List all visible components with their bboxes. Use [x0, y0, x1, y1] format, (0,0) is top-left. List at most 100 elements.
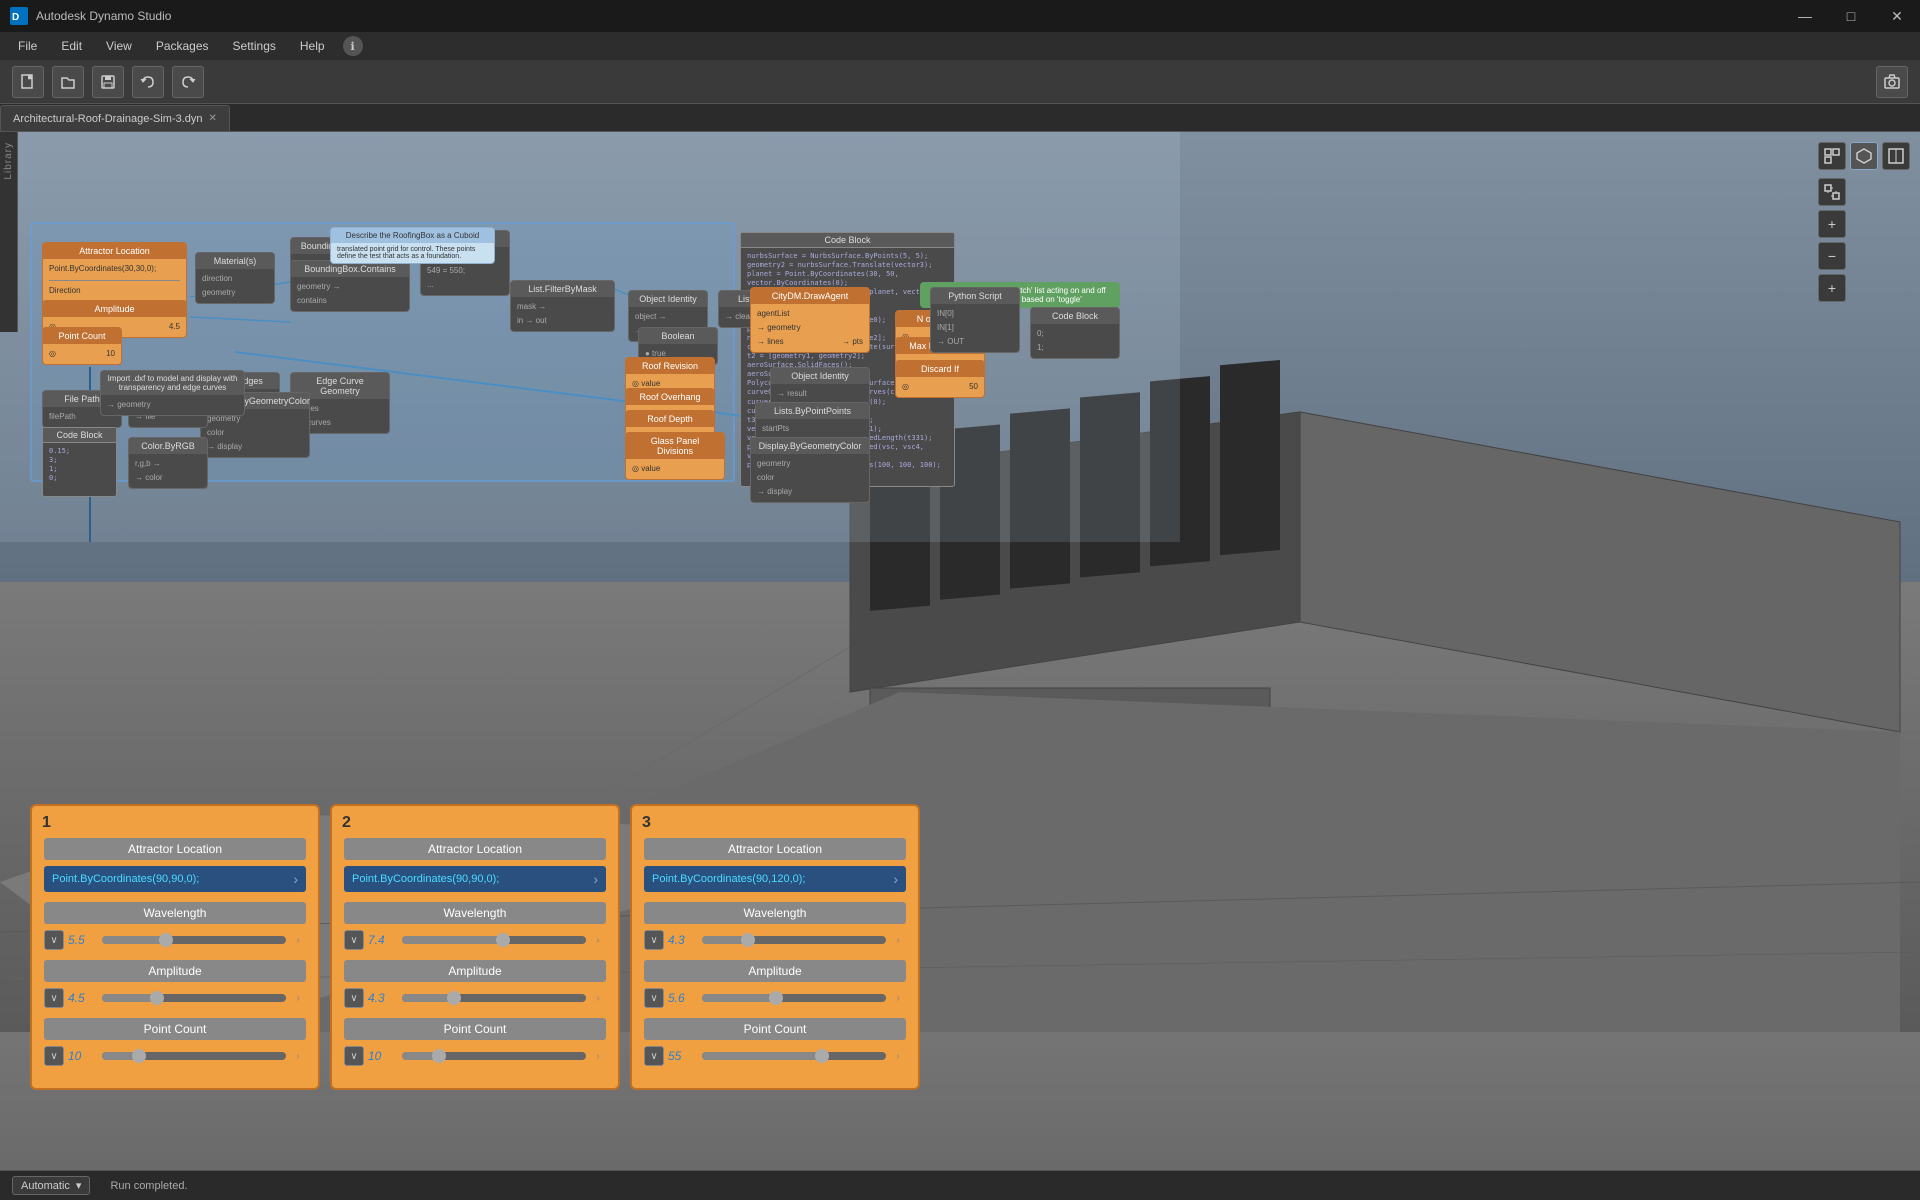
amplitude-chevron-1[interactable]: ∨: [44, 988, 64, 1008]
amplitude-thumb-3[interactable]: [769, 991, 783, 1005]
glass-panel-divisions-node[interactable]: Glass Panel Divisions ◎ value: [625, 432, 725, 480]
minimize-button[interactable]: —: [1782, 0, 1828, 32]
settings-btn[interactable]: +: [1818, 274, 1846, 302]
menu-file[interactable]: File: [8, 37, 47, 55]
point-count-thumb-3[interactable]: [815, 1049, 829, 1063]
node-graph[interactable]: Attractor Location Point.ByCoordinates(3…: [0, 132, 1180, 542]
menu-settings[interactable]: Settings: [223, 37, 286, 55]
panel-number-1: 1: [42, 814, 51, 832]
toolbar: [0, 60, 1920, 104]
graph-view-btn[interactable]: [1818, 142, 1846, 170]
zoom-out-btn[interactable]: −: [1818, 242, 1846, 270]
amplitude-value-3: 5.6: [668, 991, 698, 1005]
point-count-track-3[interactable]: [702, 1052, 886, 1060]
wavelength-label-1: Wavelength: [44, 902, 306, 924]
amplitude-right-arrow-3[interactable]: ›: [890, 988, 906, 1008]
menu-help[interactable]: Help: [290, 37, 335, 55]
close-button[interactable]: ✕: [1874, 0, 1920, 32]
point-count-right-arrow-1[interactable]: ›: [290, 1046, 306, 1066]
wavelength-label-2: Wavelength: [344, 902, 606, 924]
point-count-right-arrow-2[interactable]: ›: [590, 1046, 606, 1066]
help-icon-circle[interactable]: ℹ: [343, 36, 363, 56]
python-script-node[interactable]: Python Script IN[0] IN[1] → OUT: [930, 287, 1020, 353]
split-view-btn[interactable]: [1882, 142, 1910, 170]
redo-button[interactable]: [172, 66, 204, 98]
amplitude-track-1[interactable]: [102, 994, 286, 1002]
code-block-bottom-left[interactable]: Code Block 0.15; 3; 1; 0;: [42, 427, 117, 497]
point-count-chevron-1[interactable]: ∨: [44, 1046, 64, 1066]
attractor-input-3[interactable]: Point.ByCoordinates(90,120,0); ›: [644, 866, 906, 892]
wavelength-right-arrow-3[interactable]: ›: [890, 930, 906, 950]
point-count-thumb-1[interactable]: [132, 1049, 146, 1063]
run-status-text: Run completed.: [110, 1180, 187, 1192]
amplitude-track-3[interactable]: [702, 994, 886, 1002]
import-dxf-node[interactable]: Import .dxf to model and display with tr…: [100, 370, 245, 416]
amplitude-right-arrow-1[interactable]: ›: [290, 988, 306, 1008]
main-area: Attractor Location Point.ByCoordinates(3…: [0, 132, 1920, 1170]
wavelength-track-1[interactable]: [102, 936, 286, 944]
wavelength-chevron-1[interactable]: ∨: [44, 930, 64, 950]
attractor-label-3: Attractor Location: [644, 838, 906, 860]
point-count-chevron-2[interactable]: ∨: [344, 1046, 364, 1066]
city-dm-draw-agent-node[interactable]: CityDM.DrawAgent agentList → geometry → …: [750, 287, 870, 353]
open-button[interactable]: [52, 66, 84, 98]
attractor-arrow-2[interactable]: ›: [593, 871, 598, 887]
discard-if-node[interactable]: Discard If ◎50: [895, 360, 985, 398]
attractor-input-1[interactable]: Point.ByCoordinates(90,90,0); ›: [44, 866, 306, 892]
menu-edit[interactable]: Edit: [51, 37, 92, 55]
menu-packages[interactable]: Packages: [146, 37, 219, 55]
wavelength-track-3[interactable]: [702, 936, 886, 944]
undo-button[interactable]: [132, 66, 164, 98]
attractor-arrow-3[interactable]: ›: [893, 871, 898, 887]
point-count-thumb-2[interactable]: [432, 1049, 446, 1063]
list-filter-mask-node[interactable]: List.FilterByMask mask → in → out: [510, 280, 615, 332]
zoom-fit-btn[interactable]: [1818, 178, 1846, 206]
point-count-track-1[interactable]: [102, 1052, 286, 1060]
attractor-input-2[interactable]: Point.ByCoordinates(90,90,0); ›: [344, 866, 606, 892]
attractor-value-1: Point.ByCoordinates(90,90,0);: [52, 873, 199, 885]
amplitude-thumb-2[interactable]: [447, 991, 461, 1005]
save-button[interactable]: [92, 66, 124, 98]
view-toggle-group: [1818, 142, 1910, 170]
maximize-button[interactable]: □: [1828, 0, 1874, 32]
amplitude-chevron-2[interactable]: ∨: [344, 988, 364, 1008]
attractor-arrow-1[interactable]: ›: [293, 871, 298, 887]
point-count-right-arrow-3[interactable]: ›: [890, 1046, 906, 1066]
bounding-box-contains-node[interactable]: BoundingBox.Contains geometry → contains: [290, 260, 410, 312]
active-tab[interactable]: Architectural-Roof-Drainage-Sim-3.dyn ✕: [0, 105, 230, 131]
point-count-chevron-3[interactable]: ∨: [644, 1046, 664, 1066]
wavelength-track-2[interactable]: [402, 936, 586, 944]
wavelength-value-2: 7.4: [368, 933, 398, 947]
amplitude-right-arrow-2[interactable]: ›: [590, 988, 606, 1008]
menu-view[interactable]: View: [96, 37, 142, 55]
zoom-in-btn[interactable]: +: [1818, 210, 1846, 238]
tab-bar: Architectural-Roof-Drainage-Sim-3.dyn ✕: [0, 104, 1920, 132]
display-geo-color-right-node[interactable]: Display.ByGeometryColor geometry color →…: [750, 437, 870, 503]
wavelength-right-arrow-2[interactable]: ›: [590, 930, 606, 950]
screenshot-button[interactable]: [1876, 66, 1908, 98]
amplitude-thumb-1[interactable]: [150, 991, 164, 1005]
wavelength-chevron-3[interactable]: ∨: [644, 930, 664, 950]
amplitude-fill-3: [702, 994, 776, 1002]
new-button[interactable]: [12, 66, 44, 98]
code-block-top-right[interactable]: Code Block 0; 1;: [1030, 307, 1120, 359]
amplitude-chevron-3[interactable]: ∨: [644, 988, 664, 1008]
3d-view-btn[interactable]: [1850, 142, 1878, 170]
wavelength-thumb-2[interactable]: [496, 933, 510, 947]
wavelength-chevron-2[interactable]: ∨: [344, 930, 364, 950]
color-by-rgb-node[interactable]: Color.ByRGB r,g,b → → color: [128, 437, 208, 489]
wavelength-node-small[interactable]: Point Count ◎10: [42, 327, 122, 365]
material-node[interactable]: Material(s) direction geometry: [195, 252, 275, 304]
point-count-track-2[interactable]: [402, 1052, 586, 1060]
amplitude-fill-2: [402, 994, 454, 1002]
run-mode-dropdown[interactable]: Automatic ▾: [12, 1176, 90, 1195]
library-panel[interactable]: Library: [0, 132, 18, 332]
wavelength-thumb-3[interactable]: [741, 933, 755, 947]
wavelength-right-arrow-1[interactable]: ›: [290, 930, 306, 950]
object-identity-right-node[interactable]: Object Identity → result: [770, 367, 870, 405]
wavelength-thumb-1[interactable]: [159, 933, 173, 947]
amplitude-slider-row-2: ∨ 4.3 ›: [344, 988, 606, 1008]
amplitude-track-2[interactable]: [402, 994, 586, 1002]
point-count-slider-row-2: ∨ 10 ›: [344, 1046, 606, 1066]
close-tab-button[interactable]: ✕: [209, 113, 217, 124]
